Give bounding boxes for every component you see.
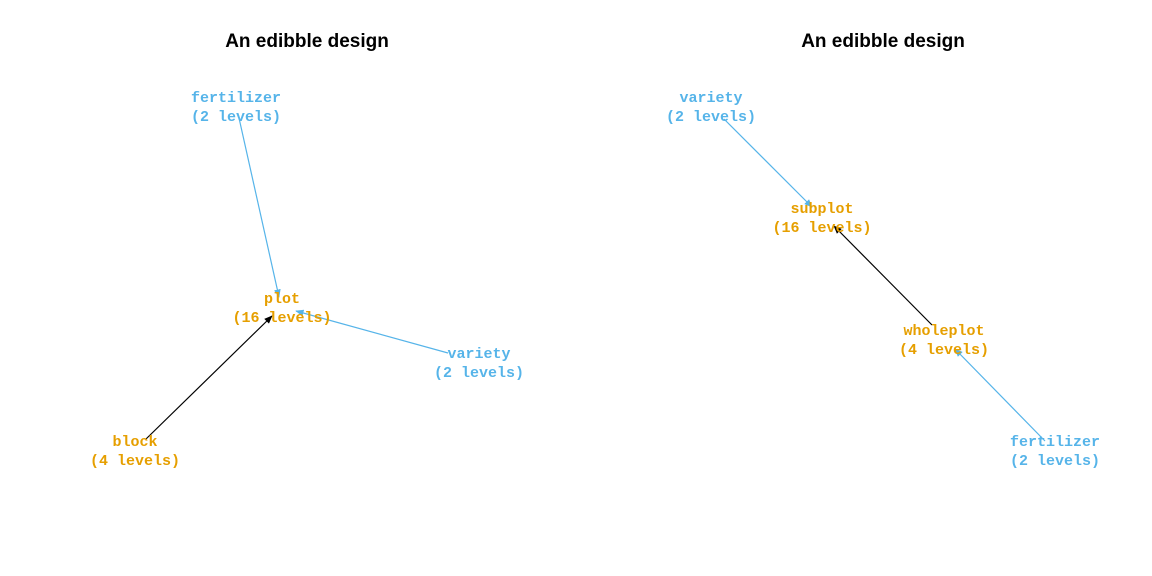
node-levels: (2 levels)	[191, 109, 281, 126]
nodes-right: variety (2 levels) subplot (16 levels) whole…	[666, 90, 1100, 470]
node-levels: (16 levels)	[772, 220, 871, 237]
design-graph-canvas: An edibble design fertilizer (2 levels) pl…	[90, 31, 1100, 470]
edge-wholeplot-to-subplot	[833, 225, 933, 326]
node-levels: (16 levels)	[232, 310, 331, 327]
node-levels: (2 levels)	[666, 109, 756, 126]
edge-variety-to-subplot	[723, 118, 813, 208]
edges-left	[145, 117, 449, 440]
node-fertilizer: fertilizer (2 levels)	[191, 90, 281, 126]
edges-right	[723, 118, 1046, 442]
node-subplot: subplot (16 levels)	[772, 201, 871, 237]
edge-fertilizer-to-plot	[238, 117, 281, 298]
node-levels: (2 levels)	[1010, 453, 1100, 470]
panel-right: An edibble design variety (2 levels) subpl…	[666, 31, 1100, 470]
edge-block-to-plot	[145, 315, 273, 440]
node-label: fertilizer	[191, 90, 281, 107]
node-label: block	[112, 434, 157, 451]
node-levels: (4 levels)	[90, 453, 180, 470]
node-label: wholeplot	[903, 323, 984, 340]
panel-left: An edibble design fertilizer (2 levels) pl…	[90, 31, 524, 470]
node-label: subplot	[790, 201, 853, 218]
panel-title: An edibble design	[801, 31, 965, 52]
node-variety: variety (2 levels)	[666, 90, 756, 126]
node-wholeplot: wholeplot (4 levels)	[899, 323, 989, 359]
node-label: variety	[679, 90, 742, 107]
node-fertilizer: fertilizer (2 levels)	[1010, 434, 1100, 470]
node-label: variety	[447, 346, 510, 363]
nodes-left: fertilizer (2 levels) plot (16 levels) varie…	[90, 90, 524, 470]
node-variety: variety (2 levels)	[434, 346, 524, 382]
panel-title: An edibble design	[225, 31, 389, 52]
node-levels: (2 levels)	[434, 365, 524, 382]
node-plot: plot (16 levels)	[232, 291, 331, 327]
node-block: block (4 levels)	[90, 434, 180, 470]
node-levels: (4 levels)	[899, 342, 989, 359]
node-label: fertilizer	[1010, 434, 1100, 451]
node-label: plot	[264, 291, 300, 308]
edge-fertilizer-to-wholeplot	[954, 348, 1046, 442]
